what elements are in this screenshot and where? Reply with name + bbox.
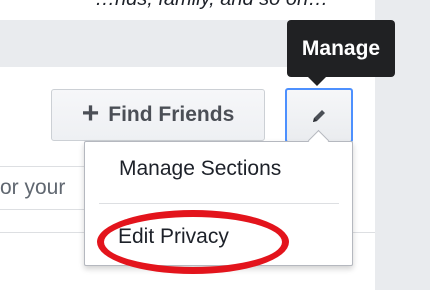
top-caption-text: …nds, family, and so on…: [95, 0, 328, 11]
menu-item-manage-sections[interactable]: Manage Sections: [85, 157, 352, 181]
find-friends-label: Find Friends: [108, 103, 235, 126]
manage-tooltip: Manage: [287, 20, 395, 77]
pencil-icon: [313, 109, 325, 122]
menu-separator: [99, 203, 339, 204]
menu-item-edit-privacy[interactable]: Edit Privacy: [85, 225, 352, 249]
manage-dropdown-menu: Manage Sections Edit Privacy: [84, 141, 353, 266]
composer-placeholder: or your: [0, 176, 66, 199]
find-friends-button[interactable]: + Find Friends: [51, 89, 265, 141]
plus-icon: +: [81, 96, 100, 130]
tooltip-arrow: [308, 77, 326, 86]
page-stage: …nds, family, and so on… or your + Find …: [0, 0, 430, 290]
